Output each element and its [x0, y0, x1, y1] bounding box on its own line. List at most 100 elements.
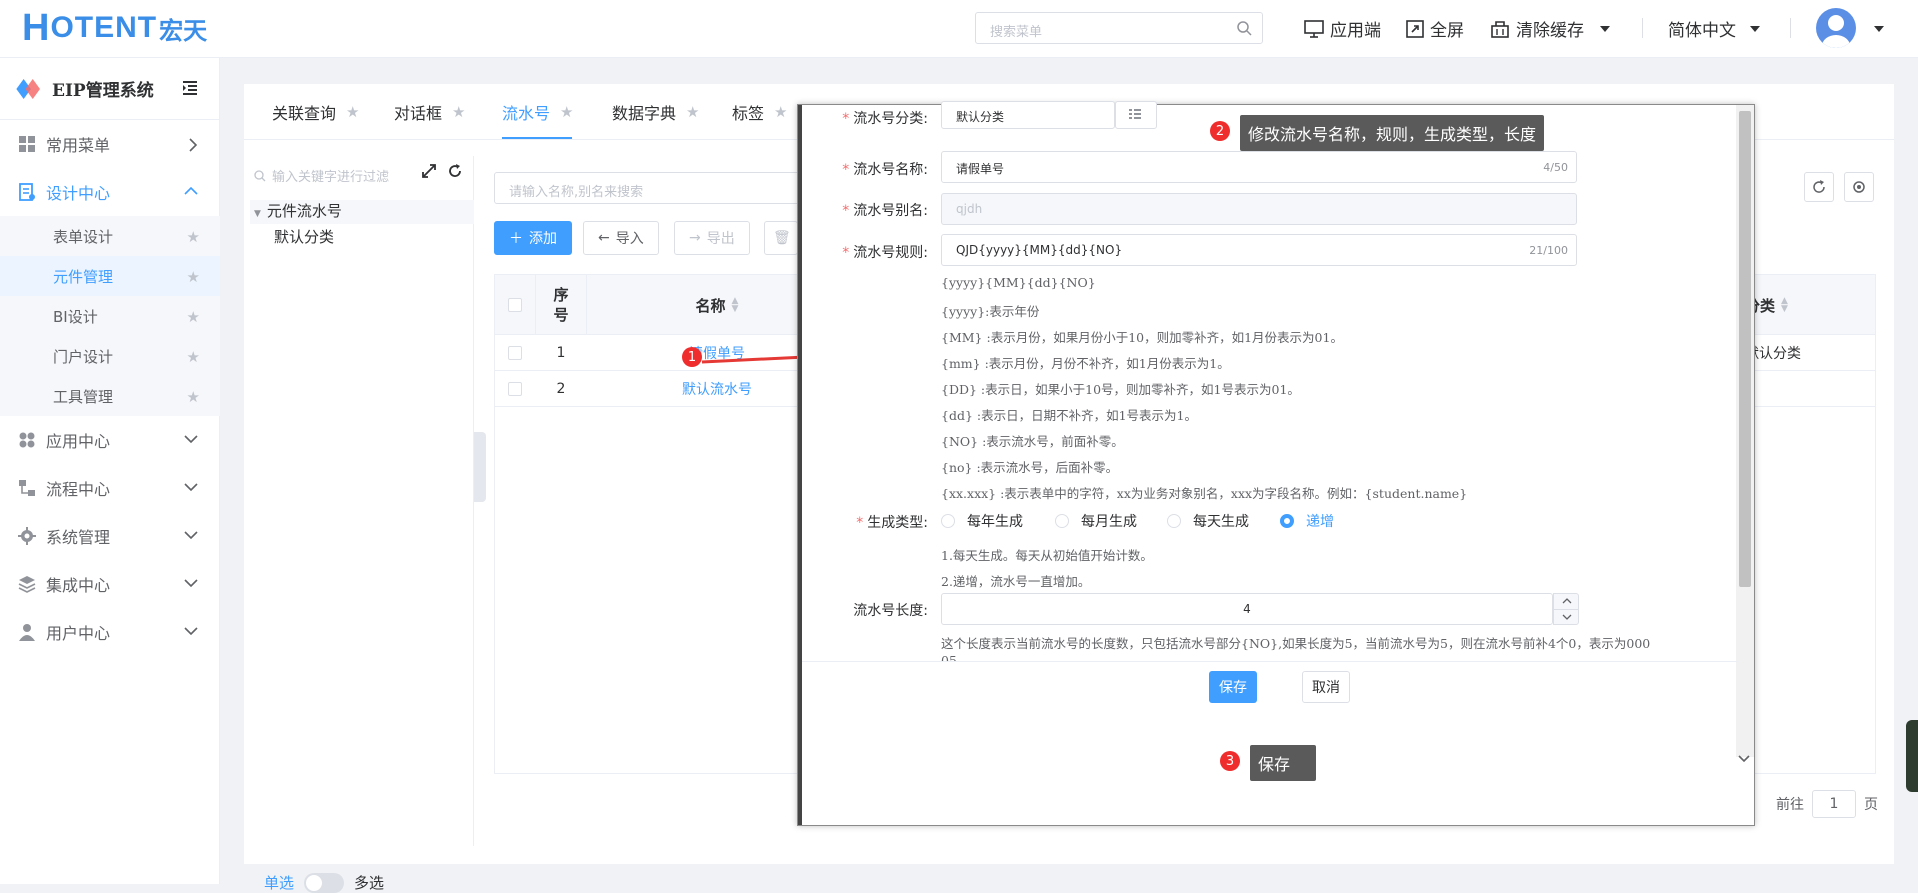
radio-label: 每天生成: [1193, 514, 1249, 530]
annotation-badge-3: 3: [1220, 751, 1240, 771]
radio-dot: [941, 514, 955, 528]
tab-dialog[interactable]: 对话框 ★: [394, 100, 465, 124]
sidebar-item-system-mgmt[interactable]: 系统管理: [0, 512, 220, 560]
scrollbar-thumb[interactable]: [1739, 111, 1751, 587]
radio-yearly[interactable]: 每年生成: [941, 511, 1023, 531]
row-checkbox[interactable]: [508, 382, 522, 396]
row-checkbox[interactable]: [508, 346, 522, 360]
row-seq: 2: [556, 381, 566, 397]
sidebar-item-common-menu[interactable]: 常用菜单: [0, 120, 220, 168]
rule-field[interactable]: QJD{yyyy}{MM}{dd}{NO} 21/100: [941, 234, 1577, 266]
dialog-scrollbar[interactable]: [1736, 105, 1754, 757]
page-input[interactable]: 1: [1812, 790, 1856, 818]
sidebar-item-flow-center[interactable]: 流程中心: [0, 464, 220, 512]
tree-filter-input[interactable]: 输入关键字进行过滤: [254, 166, 389, 185]
tab-related-query[interactable]: 关联查询 ★: [272, 100, 359, 124]
col-seq-label: 序号: [553, 286, 569, 324]
sidebar-subitem-tool-mgmt[interactable]: 工具管理 ★: [0, 376, 220, 416]
trash-icon: 🗑: [773, 230, 791, 246]
radio-label: 递增: [1306, 514, 1334, 530]
save-button[interactable]: 保存: [1209, 671, 1257, 703]
annotation-tip-3: 保存: [1250, 745, 1316, 781]
category-field[interactable]: 默认分类: [941, 101, 1115, 129]
serial-edit-dialog: * 流水号分类: 默认分类 * 流水号名称: 请假单号 4/50 * 流水号别名: qj…: [797, 101, 1755, 826]
settings-button[interactable]: [1844, 172, 1874, 202]
name-value: 请假单号: [956, 162, 1005, 176]
select-mode-switch[interactable]: [304, 872, 345, 893]
tab-serial-number[interactable]: 流水号 ★: [502, 100, 573, 124]
cancel-button[interactable]: 取消: [1302, 671, 1350, 703]
scroll-down-icon[interactable]: [1738, 755, 1750, 763]
alias-label-text: 流水号别名:: [853, 203, 928, 219]
name-field[interactable]: 请假单号 4/50: [941, 151, 1577, 183]
clear-cache-button[interactable]: 清除缓存: [1490, 16, 1610, 41]
star-icon[interactable]: ★: [187, 388, 200, 406]
tab-data-dictionary[interactable]: 数据字典 ★: [612, 100, 699, 124]
sidebar-subitem-component-mgmt[interactable]: 元件管理 ★: [0, 256, 220, 296]
sidebar-item-app-center[interactable]: 应用中心: [0, 416, 220, 464]
tab-label-tag[interactable]: 标签 ★: [732, 100, 787, 124]
gen-type-label: * 生成类型:: [856, 515, 928, 531]
star-icon[interactable]: ★: [187, 308, 200, 326]
star-icon[interactable]: ★: [187, 348, 200, 366]
category-picker-button[interactable]: [1115, 101, 1157, 129]
increase-icon[interactable]: [1562, 598, 1572, 604]
language-select[interactable]: 简体中文: [1668, 16, 1760, 41]
avatar[interactable]: [1816, 8, 1856, 48]
avatar-chevron-icon[interactable]: [1874, 26, 1884, 32]
star-icon[interactable]: ★: [774, 103, 787, 121]
tab-label: 对话框: [394, 104, 443, 123]
select-all-checkbox[interactable]: [508, 298, 522, 312]
star-icon[interactable]: ★: [187, 268, 200, 286]
sidebar-subitem-bi-design[interactable]: BI设计 ★: [0, 296, 220, 336]
radio-daily[interactable]: 每天生成: [1167, 511, 1249, 531]
sidebar-item-label: 应用中心: [46, 432, 111, 451]
sort-icon[interactable]: ▲ ▼: [732, 297, 739, 314]
export-button[interactable]: → 导出: [674, 221, 750, 255]
goto-label: 前往: [1776, 797, 1804, 813]
category-label: * 流水号分类:: [842, 111, 928, 127]
side-widget[interactable]: [1906, 720, 1918, 792]
tree-collapse-handle[interactable]: [474, 432, 486, 502]
add-button[interactable]: ＋ 添加: [494, 221, 572, 255]
sidebar-item-user-center[interactable]: 用户中心: [0, 608, 220, 656]
fullscreen-button[interactable]: 全屏: [1406, 16, 1464, 41]
star-icon[interactable]: ★: [560, 103, 573, 121]
sidebar-item-design-center[interactable]: 设计中心: [0, 168, 220, 216]
sidebar-item-integration-center[interactable]: 集成中心: [0, 560, 220, 608]
monitor-icon: [1304, 19, 1324, 38]
search-placeholder: 搜索菜单: [990, 25, 1043, 40]
length-help-cont: 05: [941, 653, 957, 661]
tree-node-root[interactable]: ▼ 元件流水号: [250, 200, 474, 224]
menu-search-input[interactable]: 搜索菜单: [975, 12, 1263, 44]
import-button[interactable]: ← 导入: [583, 221, 659, 255]
radio-monthly[interactable]: 每月生成: [1055, 511, 1137, 531]
sidebar-item-label: 用户中心: [46, 624, 111, 643]
star-icon[interactable]: ★: [346, 103, 359, 121]
delete-button[interactable]: 🗑: [764, 221, 798, 255]
star-icon[interactable]: ★: [452, 103, 465, 121]
divider: [1790, 18, 1791, 38]
expand-icon[interactable]: [422, 164, 436, 178]
category-tree-panel: 输入关键字进行过滤 ▼ 元件流水号 默认分类 单选 多选: [244, 156, 474, 893]
multi-select-label: 多选: [354, 874, 385, 892]
star-icon[interactable]: ★: [187, 228, 200, 246]
sidebar-subitem-portal-design[interactable]: 门户设计 ★: [0, 336, 220, 376]
radio-dot: [1167, 514, 1181, 528]
fullscreen-icon: [1406, 19, 1424, 38]
star-icon[interactable]: ★: [686, 103, 699, 121]
chevron-down-icon: [184, 435, 198, 444]
save-label: 保存: [1219, 680, 1247, 696]
app-end-button[interactable]: 应用端: [1304, 16, 1381, 41]
refresh-button[interactable]: [1804, 172, 1834, 202]
tree-node-default[interactable]: 默认分类: [274, 226, 334, 247]
sidebar-subitem-label: 表单设计: [53, 227, 114, 246]
radio-increment[interactable]: 递增: [1280, 511, 1334, 531]
menu-fold-icon[interactable]: [182, 80, 198, 96]
length-stepper[interactable]: 4: [941, 593, 1553, 625]
refresh-icon[interactable]: [448, 164, 462, 178]
col-category[interactable]: 分类 ▲ ▼: [1745, 275, 1877, 335]
decrease-icon[interactable]: [1562, 614, 1572, 620]
sort-icon[interactable]: ▲ ▼: [1781, 297, 1788, 314]
sidebar-subitem-form-design[interactable]: 表单设计 ★: [0, 216, 220, 256]
